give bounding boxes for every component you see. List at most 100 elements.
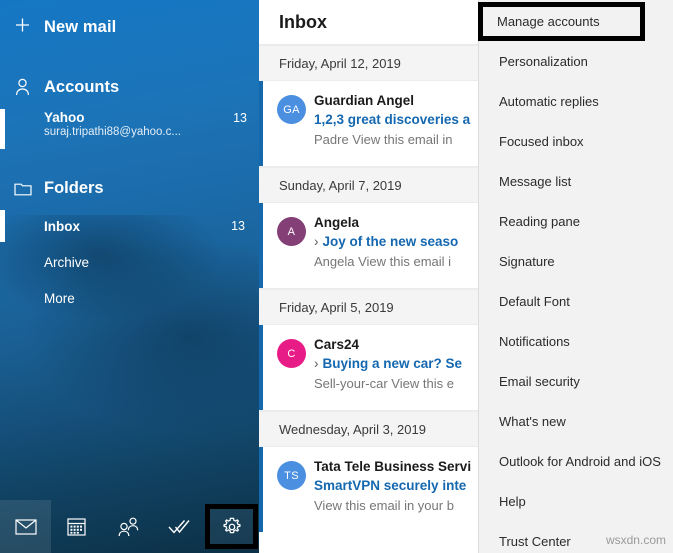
message-subject: › Joy of the new seaso bbox=[314, 232, 472, 252]
settings-item-manage-accounts[interactable]: Manage accounts bbox=[478, 2, 645, 41]
settings-item-label: What's new bbox=[499, 413, 566, 429]
settings-item-whats-new[interactable]: What's new bbox=[479, 401, 673, 441]
settings-item-notifications[interactable]: Notifications bbox=[479, 321, 673, 361]
date-group-label: Friday, April 12, 2019 bbox=[279, 55, 401, 71]
settings-item-label: Trust Center bbox=[499, 533, 571, 549]
calendar-icon bbox=[67, 517, 86, 536]
mail-icon bbox=[14, 518, 37, 535]
message-preview: Angela View this email i bbox=[314, 254, 452, 269]
message-list-header: Inbox bbox=[259, 0, 478, 45]
settings-item-signature[interactable]: Signature bbox=[479, 241, 673, 281]
settings-item-label: Notifications bbox=[499, 333, 570, 349]
message-list-item[interactable]: GA Guardian Angel 1,2,3 great discoverie… bbox=[259, 81, 478, 166]
folders-label: Folders bbox=[44, 178, 104, 197]
message-subject-text: Buying a new car? Se bbox=[322, 356, 463, 371]
settings-item-label: Default Font bbox=[499, 293, 570, 309]
date-group-label: Friday, April 5, 2019 bbox=[279, 299, 394, 315]
sidebar-account-yahoo[interactable]: Yahoo 13 suraj.tripathi88@yahoo.c... bbox=[0, 107, 259, 151]
account-email: suraj.tripathi88@yahoo.c... bbox=[44, 126, 181, 138]
settings-item-message-list[interactable]: Message list bbox=[479, 161, 673, 201]
mail-app-window: New mail Accounts Yahoo 13 suraj.tripath… bbox=[0, 0, 673, 553]
settings-item-help[interactable]: Help bbox=[479, 481, 673, 521]
message-subject: SmartVPN securely inte bbox=[314, 478, 467, 493]
settings-item-label: Focused inbox bbox=[499, 133, 584, 149]
settings-item-focused-inbox[interactable]: Focused inbox bbox=[479, 121, 673, 161]
message-list-item[interactable]: A Angela › Joy of the new seaso Angela Vi… bbox=[259, 203, 478, 288]
account-unread-count: 13 bbox=[233, 111, 247, 125]
account-name: Yahoo bbox=[44, 110, 85, 125]
page-title: Inbox bbox=[279, 11, 327, 32]
sidebar-folder-archive[interactable]: Archive bbox=[0, 244, 259, 280]
folder-name: More bbox=[44, 290, 75, 306]
tasks-check-icon bbox=[167, 518, 191, 536]
avatar: GA bbox=[277, 95, 306, 124]
message-subject-text: Joy of the new seaso bbox=[322, 234, 459, 249]
settings-switch-button[interactable] bbox=[205, 504, 258, 549]
date-group-label: Sunday, April 7, 2019 bbox=[279, 177, 402, 193]
plus-icon bbox=[14, 17, 44, 38]
sidebar-folder-inbox[interactable]: Inbox 13 bbox=[0, 208, 259, 244]
date-group-label: Wednesday, April 3, 2019 bbox=[279, 421, 426, 437]
avatar: A bbox=[277, 217, 306, 246]
settings-item-label: Reading pane bbox=[499, 213, 580, 229]
folder-name: Inbox bbox=[44, 218, 80, 234]
sidebar-folder-more[interactable]: More bbox=[0, 280, 259, 316]
settings-item-label: Message list bbox=[499, 173, 572, 189]
unread-indicator bbox=[259, 203, 263, 288]
people-icon bbox=[116, 517, 140, 537]
settings-item-email-security[interactable]: Email security bbox=[479, 361, 673, 401]
folder-icon bbox=[14, 181, 44, 196]
settings-item-label: Help bbox=[499, 493, 526, 509]
message-list-item[interactable]: TS Tata Tele Business Servi SmartVPN sec… bbox=[259, 447, 478, 532]
chevron-right-icon: › bbox=[314, 356, 319, 371]
date-group-header: Friday, April 12, 2019 bbox=[259, 45, 478, 81]
settings-item-label: Automatic replies bbox=[499, 93, 599, 109]
message-list-item[interactable]: C Cars24 › Buying a new car? Se Sell-your… bbox=[259, 325, 478, 410]
folder-name: Archive bbox=[44, 254, 90, 270]
settings-item-label: Signature bbox=[499, 253, 555, 269]
avatar: C bbox=[277, 339, 306, 368]
date-group-header: Sunday, April 7, 2019 bbox=[259, 167, 478, 203]
folder-selection-indicator bbox=[0, 210, 5, 242]
settings-item-default-font[interactable]: Default Font bbox=[479, 281, 673, 321]
new-mail-label: New mail bbox=[44, 17, 117, 36]
settings-item-label: Outlook for Android and iOS bbox=[499, 453, 661, 469]
settings-item-reading-pane[interactable]: Reading pane bbox=[479, 201, 673, 241]
unread-indicator bbox=[259, 325, 263, 410]
app-switcher-bar bbox=[0, 500, 259, 553]
mail-switch-button[interactable] bbox=[0, 500, 51, 553]
message-list-pane: Inbox Friday, April 12, 2019 GA Guardian… bbox=[259, 0, 478, 553]
date-group-header: Friday, April 5, 2019 bbox=[259, 289, 478, 325]
date-group-header: Wednesday, April 3, 2019 bbox=[259, 411, 478, 447]
calendar-switch-button[interactable] bbox=[51, 500, 102, 553]
unread-indicator bbox=[259, 447, 263, 532]
chevron-right-icon: › bbox=[314, 234, 319, 249]
accounts-label: Accounts bbox=[44, 77, 120, 96]
settings-pane: Personalization Automatic replies Focuse… bbox=[478, 0, 673, 553]
settings-item-outlook-mobile[interactable]: Outlook for Android and iOS bbox=[479, 441, 673, 481]
folder-unread-count: 13 bbox=[231, 219, 245, 233]
settings-item-label: Manage accounts bbox=[497, 14, 600, 29]
avatar: TS bbox=[277, 461, 306, 490]
new-mail-button[interactable]: New mail bbox=[0, 4, 259, 50]
settings-item-personalization[interactable]: Personalization bbox=[479, 41, 673, 81]
message-subject: › Buying a new car? Se bbox=[314, 354, 472, 374]
message-preview: Sell-your-car View this e bbox=[314, 376, 454, 391]
message-sender: Cars24 bbox=[314, 337, 360, 352]
message-sender: Angela bbox=[314, 215, 360, 230]
person-icon bbox=[14, 78, 44, 96]
people-switch-button[interactable] bbox=[102, 500, 153, 553]
message-preview: View this email in your b bbox=[314, 498, 454, 513]
message-sender: Guardian Angel bbox=[314, 93, 415, 108]
account-selection-indicator bbox=[0, 109, 5, 149]
tasks-switch-button[interactable] bbox=[153, 500, 204, 553]
watermark: wsxdn.com bbox=[605, 533, 666, 547]
folders-section-header[interactable]: Folders bbox=[0, 168, 259, 208]
settings-gear-icon bbox=[222, 517, 242, 537]
accounts-section-header[interactable]: Accounts bbox=[0, 67, 259, 107]
settings-item-label: Email security bbox=[499, 373, 580, 389]
navigation-sidebar: New mail Accounts Yahoo 13 suraj.tripath… bbox=[0, 0, 259, 553]
message-sender: Tata Tele Business Servi bbox=[314, 459, 472, 474]
unread-indicator bbox=[259, 81, 263, 166]
settings-item-automatic-replies[interactable]: Automatic replies bbox=[479, 81, 673, 121]
